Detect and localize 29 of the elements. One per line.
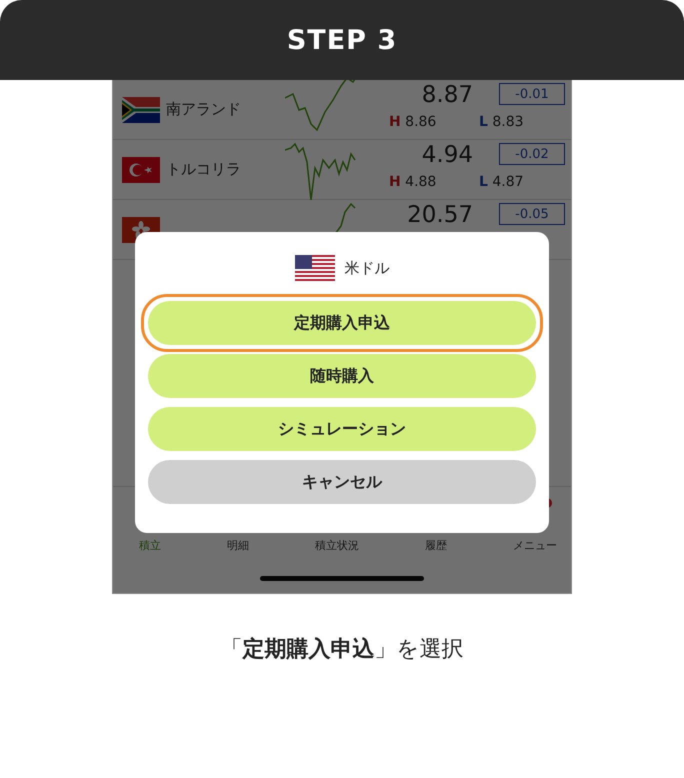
step-title: STEP 3: [286, 24, 398, 56]
action-button[interactable]: シミュレーション: [148, 407, 536, 451]
flag-icon: [122, 156, 160, 182]
rate-price: 4.94: [422, 142, 473, 168]
caption-text: 「定期購入申込」を選択: [220, 636, 464, 664]
rate-price: 8.87: [422, 82, 473, 108]
tab-item[interactable]: 明細: [227, 538, 249, 553]
change-value: -0.02: [499, 143, 565, 165]
sparkline: [285, 142, 356, 200]
cancel-button[interactable]: キャンセル: [148, 460, 536, 504]
dialog-currency: 米ドル: [344, 258, 390, 278]
rate-price: 20.57: [407, 202, 473, 228]
high-price: H 8.86: [389, 114, 436, 130]
change-value: -0.05: [499, 203, 565, 225]
currency-name: 南アランド: [166, 100, 242, 119]
flag-icon: [122, 96, 160, 122]
tab-item[interactable]: 履歴: [425, 538, 447, 553]
tab-item[interactable]: 積立状況: [315, 538, 359, 553]
low-price: L 8.83: [479, 114, 524, 130]
flag-icon: [294, 255, 334, 281]
change-value: -0.01: [499, 83, 565, 105]
low-price: L 4.87: [479, 174, 524, 190]
tab-item[interactable]: メニュー: [513, 538, 557, 553]
action-button[interactable]: 定期購入申込: [148, 301, 536, 345]
tab-item[interactable]: 積立: [139, 538, 161, 553]
high-price: H 4.88: [389, 174, 436, 190]
sparkline: [285, 80, 357, 132]
action-button[interactable]: 随時購入: [148, 354, 536, 398]
currency-name: トルコリラ: [166, 160, 242, 179]
